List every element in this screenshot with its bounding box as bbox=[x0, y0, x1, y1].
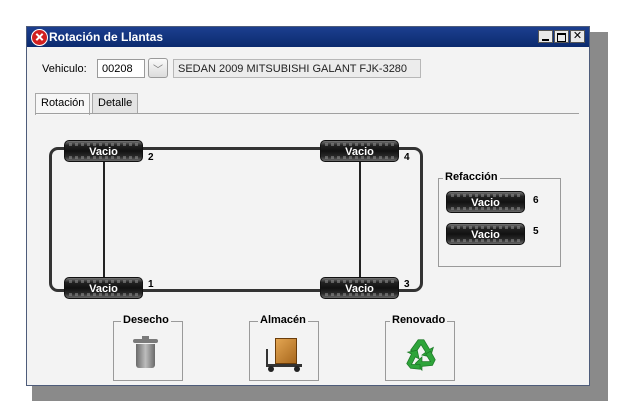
refaccion-title: Refacción bbox=[443, 171, 500, 183]
tire-number-1: 1 bbox=[148, 279, 154, 290]
cart-wheel bbox=[268, 366, 274, 372]
vehicle-axle-frame bbox=[49, 147, 423, 292]
cart-wheel bbox=[294, 366, 300, 372]
tab-detalle[interactable]: Detalle bbox=[92, 93, 139, 113]
left-axle bbox=[103, 151, 105, 289]
almacen-bin[interactable]: Almacén bbox=[249, 314, 319, 381]
tire-position-4[interactable]: Vacio bbox=[320, 140, 399, 162]
trash-lid bbox=[133, 336, 158, 343]
spare-tire-5[interactable]: Vacio bbox=[446, 223, 525, 245]
right-axle bbox=[359, 151, 361, 289]
tire-number-3: 3 bbox=[404, 279, 410, 290]
rotation-window: Rotación de Llantas ✕ Vehiculo: 00208 ﹀ … bbox=[26, 26, 590, 386]
tire-number-2: 2 bbox=[148, 152, 154, 163]
tire-position-3[interactable]: Vacio bbox=[320, 277, 399, 299]
vehicle-label: Vehiculo: bbox=[42, 63, 87, 75]
vehicle-dropdown-button[interactable]: ﹀ bbox=[148, 58, 168, 78]
renovado-bin[interactable]: Renovado bbox=[385, 314, 455, 381]
tab-rotacion[interactable]: Rotación bbox=[35, 93, 91, 115]
minimize-button[interactable] bbox=[538, 30, 553, 43]
tire-position-1[interactable]: Vacio bbox=[64, 277, 143, 299]
almacen-title: Almacén bbox=[258, 314, 308, 326]
tire-position-2[interactable]: Vacio bbox=[64, 140, 143, 162]
title-bar[interactable]: Rotación de Llantas ✕ bbox=[27, 27, 589, 47]
trash-can-icon bbox=[136, 344, 155, 368]
window-title: Rotación de Llantas bbox=[49, 30, 164, 44]
maximize-button[interactable] bbox=[554, 30, 569, 43]
app-icon bbox=[31, 29, 48, 46]
vehicle-description-field: SEDAN 2009 MITSUBISHI GALANT FJK-3280 bbox=[173, 59, 421, 78]
recycle-icon bbox=[406, 339, 436, 372]
tab-divider bbox=[35, 113, 579, 114]
tire-number-4: 4 bbox=[404, 152, 410, 163]
spare-number-5: 5 bbox=[533, 226, 539, 237]
chevron-down-icon: ﹀ bbox=[153, 65, 163, 76]
desecho-bin[interactable]: Desecho bbox=[113, 314, 183, 381]
spare-number-6: 6 bbox=[533, 195, 539, 206]
close-button[interactable]: ✕ bbox=[570, 30, 585, 43]
spare-tire-6[interactable]: Vacio bbox=[446, 191, 525, 213]
vehicle-code-field[interactable]: 00208 bbox=[97, 59, 145, 78]
desecho-title: Desecho bbox=[121, 314, 171, 326]
renovado-title: Renovado bbox=[390, 314, 448, 326]
warehouse-cart-icon bbox=[275, 338, 297, 364]
